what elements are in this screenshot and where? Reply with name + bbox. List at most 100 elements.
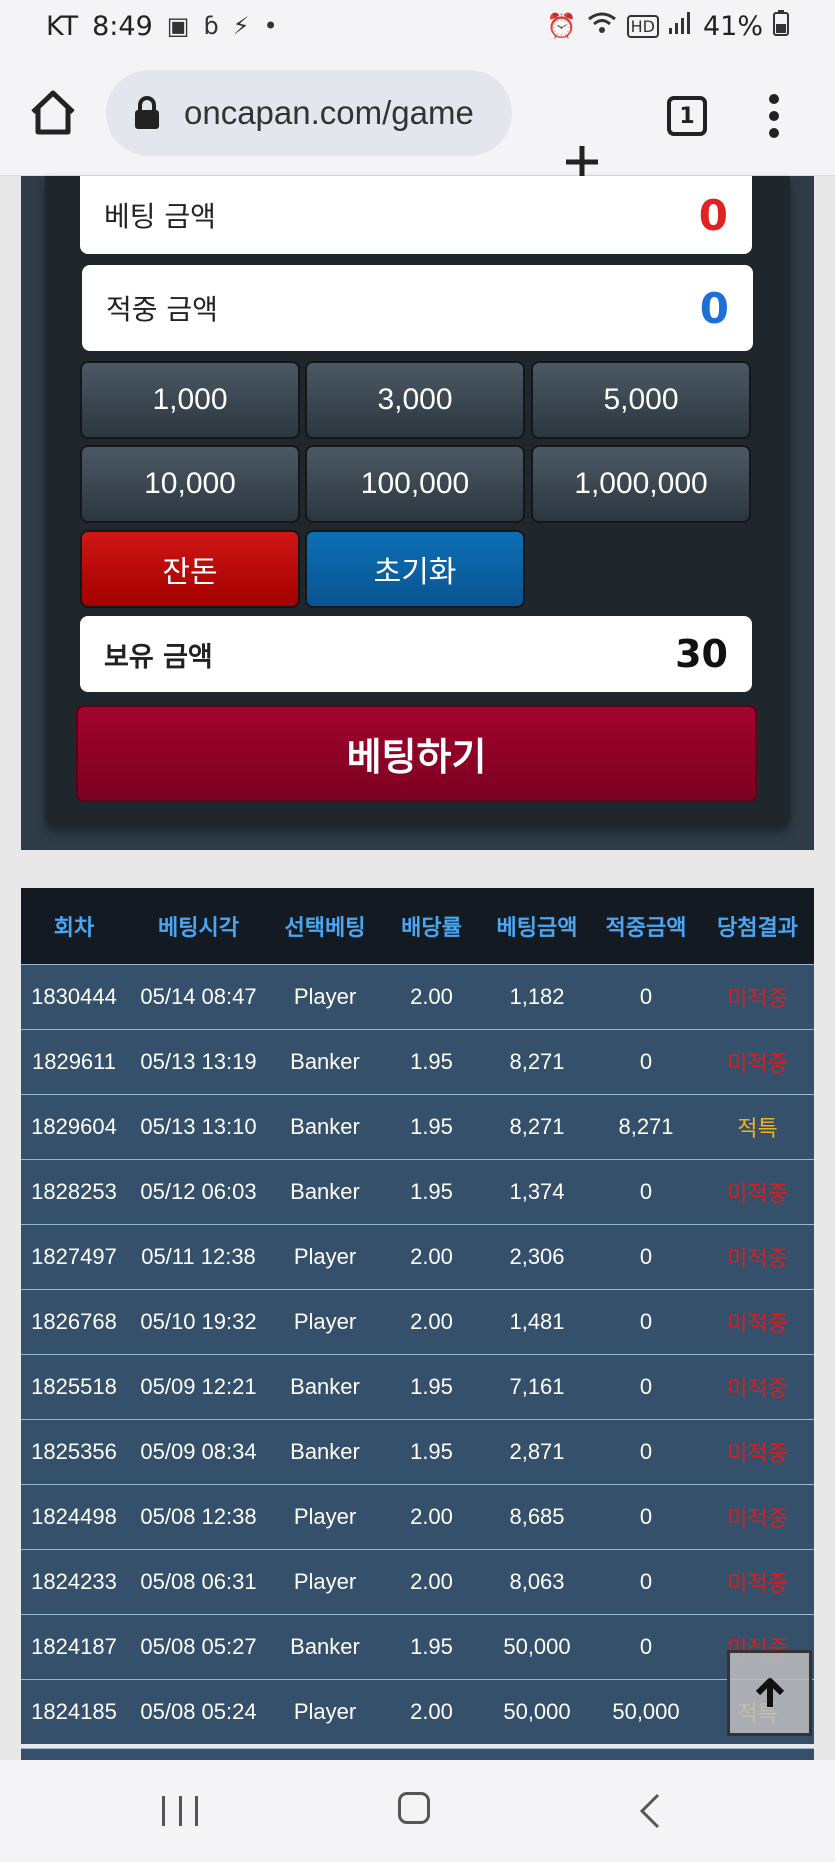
browser-toolbar: oncapan.com/game 1 [0,52,835,178]
table-row: 1826768 05/10 19:32 Player 2.00 1,481 0 미적중 [21,1289,814,1354]
clock: 8:49 [92,10,153,42]
chip-button-1000[interactable]: 1,000 [80,361,300,439]
column-header-odds: 배당률 [401,916,462,941]
cell-result: 미적중 [727,1311,788,1336]
nav-home-button[interactable] [398,1792,430,1824]
column-header-selection: 선택베팅 [284,916,366,941]
table-row: 1825518 05/09 12:21 Banker 1.95 7,161 0 미적중 [21,1354,814,1419]
signal-icon [668,12,693,40]
cell-round: 1824185 [31,1699,117,1724]
cell-odds: 1.95 [410,1049,453,1074]
cell-bet-time: 05/09 08:34 [140,1439,257,1464]
cell-bet-amount: 8,685 [509,1504,565,1529]
cell-bet-amount: 8,271 [509,1049,565,1074]
win-amount-label: 적중 금액 [106,293,218,326]
cell-result: 미적중 [727,1571,788,1596]
gallery-icon: ▣ [166,12,190,40]
back-button[interactable] [638,1792,662,1834]
table-row: 1829604 05/13 13:10 Banker 1.95 8,271 8,271 적특 [21,1094,814,1159]
bet-history-table: 회차 베팅시각 선택베팅 배당률 베팅금액 적중금액 당첨결과 1830444 0… [21,888,814,1744]
column-header-bet-time: 베팅시각 [158,916,239,941]
cell-win-amount: 50,000 [612,1699,680,1724]
cell-win-amount: 0 [639,1309,653,1334]
cell-bet-amount: 1,481 [509,1309,565,1334]
table-row: 1830444 05/14 08:47 Player 2.00 1,182 0 미적중 [21,964,814,1029]
url-text: oncapan.com/game [184,94,474,131]
cell-win-amount: 0 [639,1179,653,1204]
cell-bet-amount: 2,871 [509,1439,565,1464]
cell-bet-time: 05/14 08:47 [140,984,257,1009]
cell-odds: 1.95 [410,1634,453,1659]
cell-win-amount: 0 [639,1504,653,1529]
cell-selection: Player [293,1504,357,1529]
cell-bet-time: 05/09 12:21 [140,1374,257,1399]
cell-bet-time: 05/13 13:10 [140,1114,257,1139]
cell-bet-time: 05/11 12:38 [141,1244,256,1269]
chip-button-5000[interactable]: 5,000 [531,361,751,439]
cell-odds: 2.00 [410,984,453,1009]
balance-value: 30 [675,632,728,676]
column-header-result: 당첨결과 [717,916,798,941]
cell-round: 1824498 [31,1504,117,1529]
cell-bet-amount: 8,063 [509,1569,565,1594]
cell-round: 1827497 [31,1244,117,1269]
home-icon [31,90,75,135]
tab-count: 1 [679,103,695,129]
status-bar: KT 8:49 ▣ ɓ ⚡ • ⏰ HD 41% [0,0,835,52]
chip-button-10000[interactable]: 10,000 [80,445,300,523]
app-k-icon: ⚡ [232,12,250,40]
cell-odds: 2.00 [410,1504,453,1529]
cell-result: 미적중 [727,1181,788,1206]
recents-icon [162,1796,165,1826]
tab-switcher-button[interactable]: 1 [667,96,707,136]
change-button[interactable]: 잔돈 [80,530,300,608]
more-icon [769,94,779,104]
cell-result: 미적중 [727,1376,788,1401]
cell-selection: Banker [290,1179,360,1204]
column-header-bet-amount: 베팅금액 [496,916,578,941]
cell-odds: 1.95 [410,1374,453,1399]
battery-icon [773,10,789,42]
cell-bet-time: 05/08 05:27 [140,1634,257,1659]
cell-selection: Player [293,1699,357,1724]
hd-icon: HD [626,14,659,38]
system-nav-bar [0,1760,835,1862]
browser-menu-button[interactable] [768,94,780,138]
column-header-round: 회차 [53,916,95,941]
scroll-to-top-button[interactable] [727,1650,812,1736]
table-row: 1824185 05/08 05:24 Player 2.00 50,000 50,000… [21,1679,814,1744]
chip-button-3000[interactable]: 3,000 [305,361,525,439]
table-row: 1824187 05/08 05:27 Banker 1.95 50,000 0 미적중 [21,1614,814,1679]
cell-round: 1825356 [31,1439,117,1464]
alarm-icon: ⏰ [546,12,577,40]
cell-odds: 2.00 [410,1244,453,1269]
address-bar[interactable]: oncapan.com/game [106,70,512,156]
cell-odds: 1.95 [410,1114,453,1139]
chip-button-100000[interactable]: 100,000 [305,445,525,523]
cell-bet-amount: 1,182 [509,984,565,1009]
recents-button[interactable] [162,1796,198,1826]
cell-bet-time: 05/08 06:31 [140,1569,257,1594]
cell-bet-amount: 1,374 [509,1179,565,1204]
chip-button-1000000[interactable]: 1,000,000 [531,445,751,523]
cell-selection: Player [293,1569,357,1594]
cell-win-amount: 0 [639,1569,653,1594]
cell-odds: 2.00 [410,1309,453,1334]
place-bet-button[interactable]: 베팅하기 [76,705,757,802]
wifi-icon [587,11,617,41]
cell-selection: Banker [290,1114,360,1139]
column-header-win-amount: 적중금액 [605,916,687,941]
battery-percent: 41% [702,10,763,42]
cell-result: 적특 [737,1116,778,1141]
reset-button[interactable]: 초기화 [305,530,525,608]
home-button[interactable] [28,88,78,138]
app-b-icon: ɓ [203,12,219,40]
back-icon [639,1793,660,1829]
table-row: 1829611 05/13 13:19 Banker 1.95 8,271 0 미적중 [21,1029,814,1094]
cell-round: 1824187 [31,1634,117,1659]
cell-bet-amount: 50,000 [503,1699,571,1724]
balance-label: 보유 금액 [104,641,213,673]
cell-bet-time: 05/10 19:32 [140,1309,257,1334]
cell-odds: 2.00 [410,1569,453,1594]
cell-round: 1830444 [31,984,117,1009]
